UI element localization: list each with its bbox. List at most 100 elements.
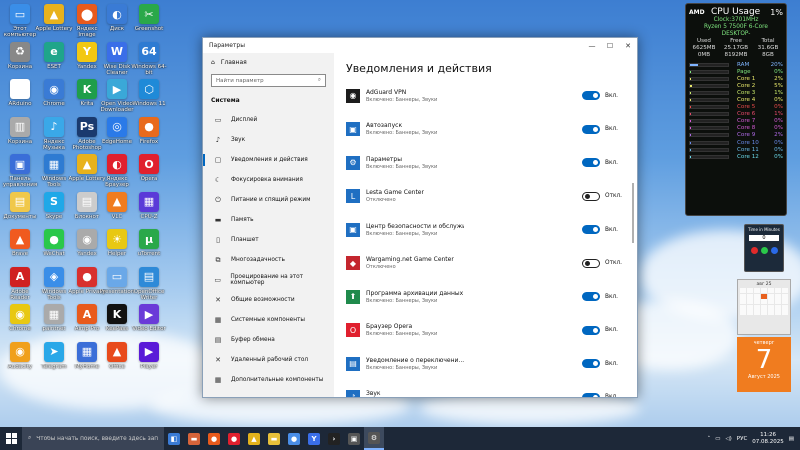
app-row[interactable]: ◆ Wargaming.net Game Center Отключено Откл. [334, 247, 637, 281]
calendar-cell[interactable] [753, 299, 761, 305]
app-row[interactable]: ⬆ Программа архивации данных Включено: Бан… [334, 280, 637, 314]
calendar-cell[interactable] [746, 293, 754, 299]
notification-toggle[interactable] [582, 392, 600, 397]
desktop-icon[interactable]: ▣ Панель управления [2, 154, 38, 194]
calendar-cell[interactable] [740, 288, 747, 293]
start-button[interactable] [0, 427, 22, 450]
calendar-cell[interactable] [753, 304, 761, 310]
desktop-icon[interactable]: ● WeChat [36, 229, 72, 269]
calendar-cell[interactable] [774, 299, 782, 305]
app-row[interactable]: O Браузер Opera Включено: Баннеры, Звуки Вк… [334, 314, 637, 348]
notification-toggle[interactable] [582, 325, 600, 335]
desktop-icon[interactable]: ▲ Office [99, 341, 135, 382]
desktop-icon[interactable]: W Wise Disk Cleaner [99, 41, 135, 82]
nav-item[interactable]: ▬ Память [203, 210, 334, 230]
calendar-cell[interactable] [767, 310, 775, 316]
taskbar-app-button[interactable]: ▬ [264, 427, 284, 450]
calendar-cell[interactable] [774, 293, 782, 299]
close-button[interactable]: ✕ [619, 38, 637, 53]
calendar-cell[interactable] [740, 299, 747, 305]
calendar-cell[interactable] [740, 304, 747, 310]
desktop-icon[interactable]: ▲ Brave [2, 229, 38, 269]
app-row[interactable]: ▤ Уведомление о переключени... Включено: Б… [334, 347, 637, 381]
desktop-icon[interactable]: K KeePass [99, 304, 135, 344]
settings-search-input[interactable]: Найти параметр ⌕ [211, 74, 326, 87]
desktop-icon[interactable]: ✂ Greenshot [131, 4, 167, 44]
desktop-icon[interactable]: ◐ Диск [99, 4, 135, 44]
calendar-cell[interactable] [781, 304, 788, 310]
calendar-cell[interactable] [774, 310, 782, 316]
nav-item[interactable]: ▦ Дополнительные компоненты [203, 370, 334, 390]
app-row[interactable]: ♪ ЗвукВключено: Баннеры, Звуки Вкл. [334, 381, 637, 397]
nav-item[interactable]: ▦ Системные компоненты [203, 310, 334, 330]
notification-toggle[interactable] [582, 292, 600, 302]
nav-item[interactable]: ▭ Проецирование на этот компьютер [203, 270, 334, 290]
taskbar-clock[interactable]: 11:26 07.08.2025 [752, 432, 784, 446]
calendar-cell[interactable] [740, 293, 747, 299]
desktop-icon[interactable]: ▤ ARduino [2, 79, 38, 119]
nav-item[interactable]: ▭ Дисплей [203, 110, 334, 130]
desktop-icon[interactable]: ♻ Корзина [2, 41, 38, 82]
desktop-icon[interactable]: ▤ OpenOffice Writer [131, 266, 167, 307]
calendar-cell[interactable] [760, 288, 768, 293]
desktop-icon[interactable]: ☀ Helper [99, 229, 135, 269]
network-icon[interactable]: ▭ [715, 436, 720, 442]
notification-toggle[interactable] [582, 225, 600, 235]
start-button[interactable] [760, 247, 768, 254]
nav-item[interactable]: ▯ Планшет [203, 230, 334, 250]
notifications-icon[interactable]: ▤ [789, 436, 794, 442]
nav-item[interactable]: ▢ Уведомления и действия [203, 150, 334, 170]
desktop-icon[interactable]: ▭ Этот компьютер [2, 4, 38, 44]
calendar-cell[interactable] [781, 288, 788, 293]
language-indicator[interactable]: РУС [737, 436, 748, 442]
calendar-cell[interactable] [767, 304, 775, 310]
nav-item[interactable]: ⏻ Питание и спящий режим [203, 190, 334, 210]
desktop-icon[interactable]: ◐ Яндекс Браузер [99, 154, 135, 194]
desktop-icon[interactable]: ➤ Telegram [36, 341, 72, 382]
taskbar-app-button[interactable]: › [324, 427, 344, 450]
desktop-icon[interactable]: 64 Windows 64-bit [131, 41, 167, 82]
desktop-icon[interactable]: O Opera [131, 154, 167, 194]
calendar-cell[interactable] [781, 299, 788, 305]
calendar-cell[interactable] [746, 304, 754, 310]
taskbar-app-button[interactable]: ● [284, 427, 304, 450]
minimize-button[interactable]: — [583, 38, 601, 53]
notification-toggle[interactable] [582, 191, 600, 201]
calendar-cell[interactable] [753, 288, 761, 293]
desktop-icon[interactable]: ▤ Документы [2, 191, 38, 232]
taskbar-app-button[interactable]: ▬ [184, 427, 204, 450]
notification-toggle[interactable] [582, 359, 600, 369]
calendar-cell[interactable] [767, 288, 775, 293]
desktop-icon[interactable]: ▦ CPU-Z [131, 191, 167, 232]
taskbar-app-button[interactable]: ● [224, 427, 244, 450]
speaker-icon[interactable]: ◁) [725, 436, 731, 442]
notification-toggle[interactable] [582, 91, 600, 101]
desktop-icon[interactable]: µ uTorrent [131, 229, 167, 269]
chevron-up-icon[interactable]: ˄ [707, 436, 710, 442]
stop-button[interactable] [750, 247, 758, 254]
desktop-icon[interactable]: ▲ Apple Lottery [36, 4, 72, 44]
app-row[interactable]: ◉ AdGuard VPN Включено: Баннеры, Звуки Вкл. [334, 79, 637, 113]
taskbar-app-button[interactable]: ⚙ [364, 427, 384, 450]
calendar-cell[interactable] [781, 310, 788, 316]
desktop-icon[interactable]: ◉ Audacity [2, 341, 38, 382]
calendar-cell[interactable] [774, 288, 782, 293]
calendar-cell[interactable] [760, 293, 768, 299]
calendar-cell[interactable] [746, 299, 754, 305]
taskbar-app-button[interactable]: ◧ [164, 427, 184, 450]
notification-toggle[interactable] [582, 258, 600, 268]
notification-toggle[interactable] [582, 124, 600, 134]
desktop-icon[interactable]: ▲ VLC [99, 191, 135, 232]
desktop-icon[interactable]: ♪ Яндекс Музыка [36, 116, 72, 157]
desktop-icon[interactable]: ▶ Video Editor [131, 304, 167, 344]
calendar-cell[interactable] [753, 293, 761, 299]
calendar-cell[interactable] [760, 299, 768, 305]
calendar-cell[interactable] [746, 310, 754, 316]
nav-item[interactable]: ✕ Удаленный рабочий стол [203, 350, 334, 370]
app-row[interactable]: L Lesta Game Center Отключено Откл. [334, 180, 637, 214]
taskbar-app-button[interactable]: ▣ [344, 427, 364, 450]
taskbar-app-button[interactable]: ● [204, 427, 224, 450]
desktop-icon[interactable]: ▥ Корзина [2, 116, 38, 157]
app-row[interactable]: ⚙ Параметры Включено: Баннеры, Звуки Вкл. [334, 146, 637, 180]
scrollbar[interactable] [632, 183, 634, 243]
